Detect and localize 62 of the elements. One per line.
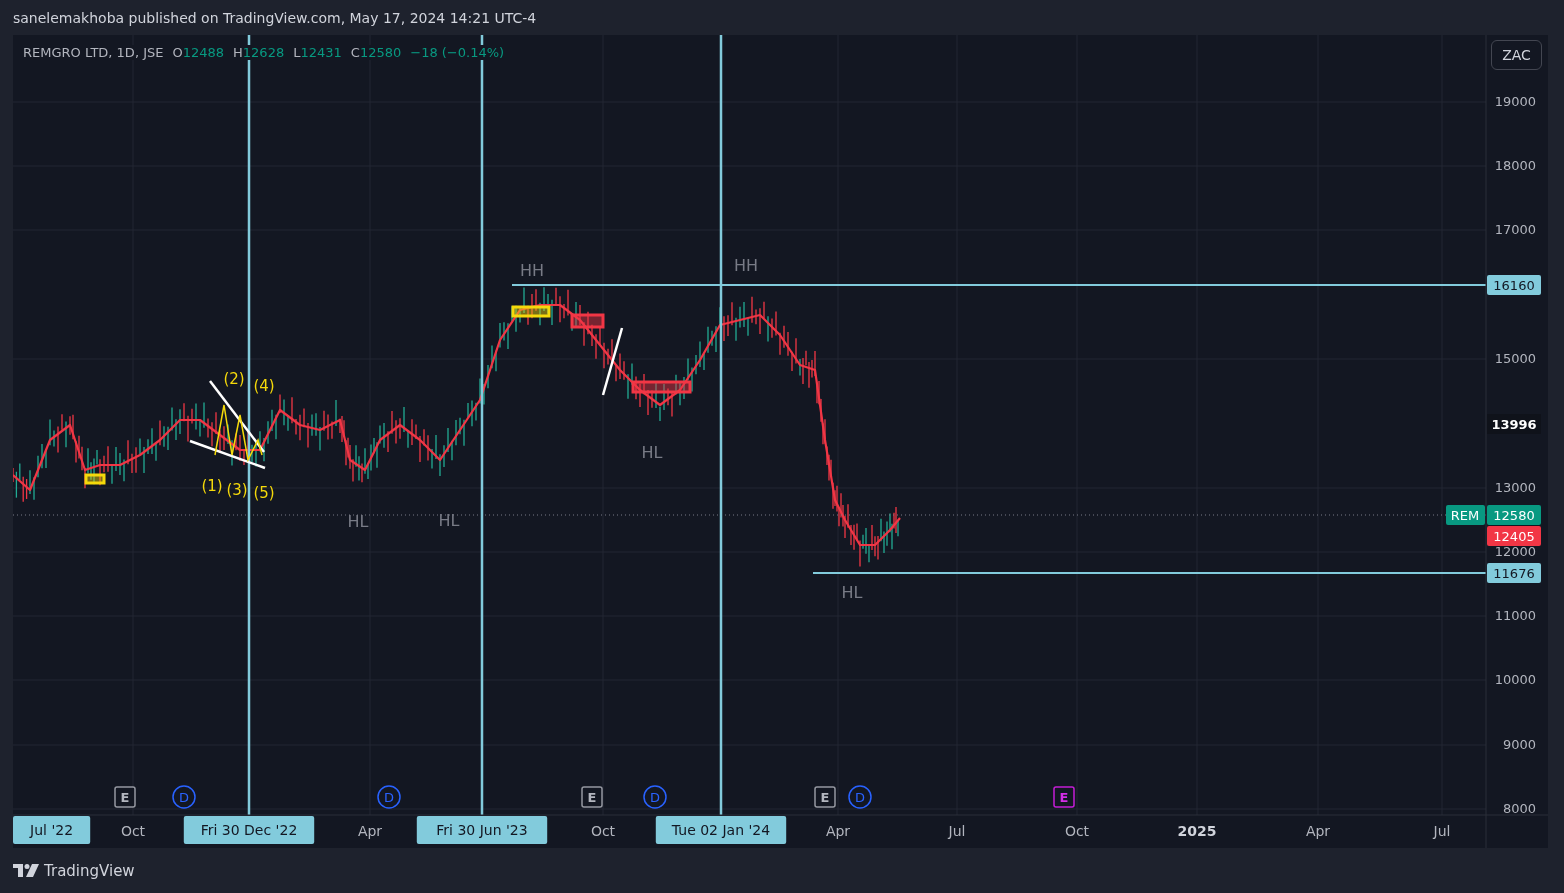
chart-label[interactable]: (3)	[226, 480, 248, 499]
price-tag: 11676	[1487, 563, 1541, 583]
symbol-title: REMGRO LTD, 1D, JSE	[23, 45, 164, 60]
time-axis-label: Oct	[120, 823, 146, 839]
price-axis-label: 19000	[1494, 93, 1536, 109]
currency-button[interactable]: ZAC	[1491, 40, 1542, 70]
time-axis-label: Oct	[1064, 823, 1090, 839]
chart-label[interactable]: HH	[519, 260, 545, 280]
time-axis-label: Apr	[825, 823, 851, 839]
ohlc-value: O12488	[172, 45, 225, 60]
price-tag: 16160	[1487, 275, 1541, 295]
price-axis-label: 8000	[1502, 800, 1536, 816]
chart-label[interactable]: (4)	[253, 376, 275, 395]
time-axis-label: Jul	[948, 823, 966, 839]
trend-line[interactable]	[214, 404, 263, 463]
date-tag: Jul '22	[13, 816, 91, 844]
price-tag: 12405	[1487, 526, 1541, 546]
time-axis-label: Apr	[1305, 823, 1331, 839]
dividend-marker[interactable]: D	[848, 785, 872, 809]
chart-label[interactable]: (2)	[223, 369, 245, 388]
chart-label[interactable]: HL	[347, 511, 369, 531]
chart-label[interactable]: HH	[733, 255, 759, 275]
date-tag: Tue 02 Jan '24	[655, 816, 787, 844]
price-change: −18 (−0.14%)	[410, 45, 505, 60]
logo-icon	[13, 864, 39, 877]
brand-name: TradingView	[44, 861, 135, 880]
earnings-marker[interactable]: E	[1053, 786, 1075, 808]
vertical-line[interactable]	[719, 35, 723, 815]
price-axis-label: 9000	[1502, 736, 1536, 752]
dividend-marker[interactable]: D	[377, 785, 401, 809]
price-axis-label: 15000	[1494, 350, 1536, 366]
earnings-marker[interactable]: E	[114, 786, 136, 808]
time-axis-label: Apr	[357, 823, 383, 839]
date-tag: Fri 30 Jun '23	[416, 816, 548, 844]
ohlc-value: C12580	[350, 45, 402, 60]
ohlc-value: H12628	[233, 45, 285, 60]
time-axis-label: Oct	[590, 823, 616, 839]
time-axis-label: Jul	[1433, 823, 1451, 839]
price-axis-label: 12000	[1494, 543, 1536, 559]
chart-label[interactable]: HL	[438, 510, 460, 530]
price-axis-label: 10000	[1494, 671, 1536, 687]
chart-label[interactable]: HL	[841, 582, 863, 602]
price-axis-label: 17000	[1494, 221, 1536, 237]
price-axis-label: 13000	[1494, 479, 1536, 495]
chart-label[interactable]: (1)	[201, 476, 223, 495]
price-axis-label: 11000	[1494, 607, 1536, 623]
dividend-marker[interactable]: D	[172, 785, 196, 809]
price-tag: 13996	[1487, 414, 1541, 434]
earnings-marker[interactable]: E	[581, 786, 603, 808]
highlight-rectangle[interactable]	[570, 313, 605, 329]
highlight-rectangle[interactable]	[631, 380, 692, 394]
time-axis-label: 2025	[1177, 823, 1217, 839]
chart-label[interactable]: (5)	[253, 483, 275, 502]
price-axis-label: 18000	[1494, 157, 1536, 173]
earnings-marker[interactable]: E	[814, 786, 836, 808]
chart-label[interactable]: HL	[641, 442, 663, 462]
dividend-marker[interactable]: D	[643, 785, 667, 809]
publisher-caption: sanelemakhoba published on TradingView.com, May 17, 2024 14:21 UTC-4	[13, 9, 537, 26]
symbol-tag: REM	[1446, 505, 1485, 525]
date-tag: Fri 30 Dec '22	[183, 816, 315, 844]
price-tag: 12580	[1487, 505, 1541, 525]
ohlc-value: L12431	[293, 45, 342, 60]
